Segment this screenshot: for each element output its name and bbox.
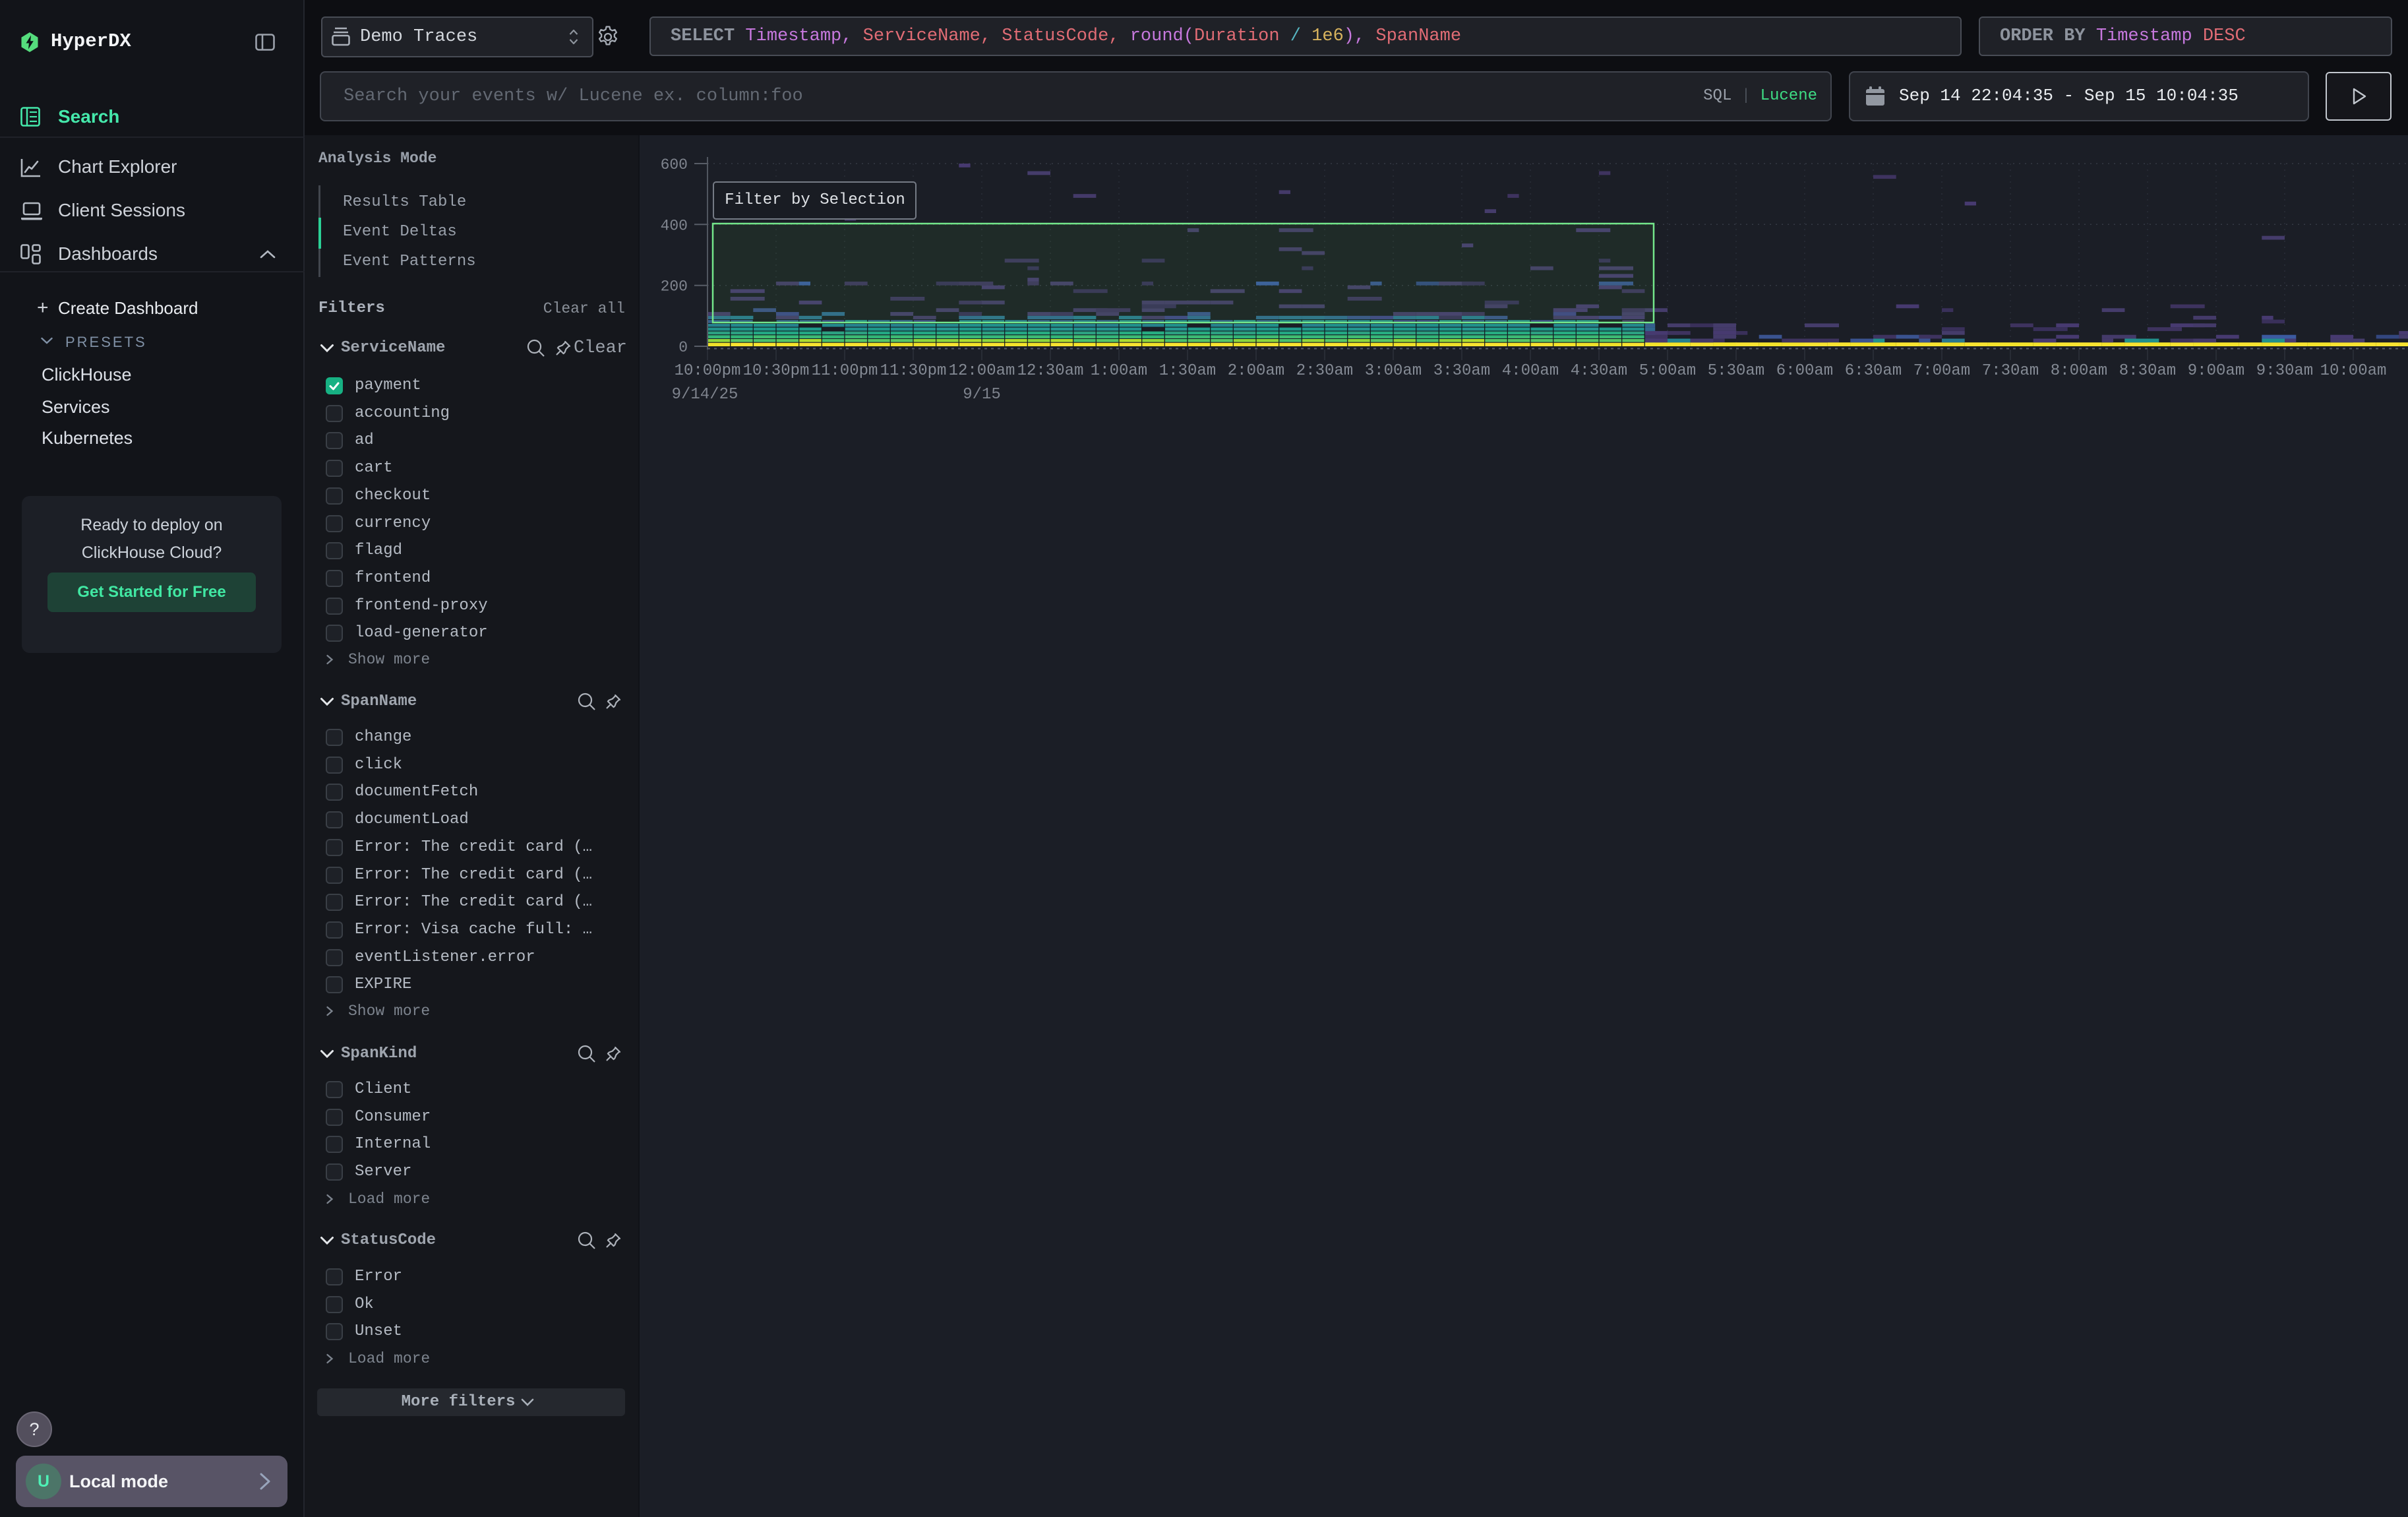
svg-text:7:00am: 7:00am xyxy=(1913,362,1970,380)
svg-text:9/14/25: 9/14/25 xyxy=(672,386,738,404)
svg-text:200: 200 xyxy=(661,278,688,295)
svg-text:5:00am: 5:00am xyxy=(1639,362,1696,380)
svg-text:1:00am: 1:00am xyxy=(1091,362,1147,380)
svg-text:7:30am: 7:30am xyxy=(1982,362,2039,380)
svg-text:6:00am: 6:00am xyxy=(1776,362,1833,380)
svg-text:3:30am: 3:30am xyxy=(1433,362,1490,380)
svg-text:5:30am: 5:30am xyxy=(1708,362,1764,380)
svg-text:12:30am: 12:30am xyxy=(1017,362,1084,380)
svg-text:2:30am: 2:30am xyxy=(1296,362,1353,380)
svg-text:600: 600 xyxy=(661,156,688,173)
svg-text:0: 0 xyxy=(678,339,688,356)
svg-text:10:30pm: 10:30pm xyxy=(743,362,810,380)
svg-text:10:00am: 10:00am xyxy=(2320,362,2387,380)
svg-text:400: 400 xyxy=(661,217,688,234)
svg-text:8:30am: 8:30am xyxy=(2119,362,2176,380)
svg-text:1:30am: 1:30am xyxy=(1159,362,1216,380)
svg-text:12:00am: 12:00am xyxy=(949,362,1015,380)
svg-text:6:30am: 6:30am xyxy=(1845,362,1902,380)
svg-text:9:30am: 9:30am xyxy=(2256,362,2313,380)
svg-text:8:00am: 8:00am xyxy=(2051,362,2107,380)
svg-text:10:00pm: 10:00pm xyxy=(675,362,741,380)
svg-text:11:00pm: 11:00pm xyxy=(812,362,878,380)
svg-text:9/15: 9/15 xyxy=(963,386,1001,404)
svg-text:11:30pm: 11:30pm xyxy=(880,362,947,380)
svg-text:4:30am: 4:30am xyxy=(1571,362,1627,380)
svg-text:3:00am: 3:00am xyxy=(1365,362,1422,380)
svg-text:9:00am: 9:00am xyxy=(2188,362,2244,380)
svg-text:2:00am: 2:00am xyxy=(1228,362,1284,380)
svg-text:4:00am: 4:00am xyxy=(1502,362,1559,380)
